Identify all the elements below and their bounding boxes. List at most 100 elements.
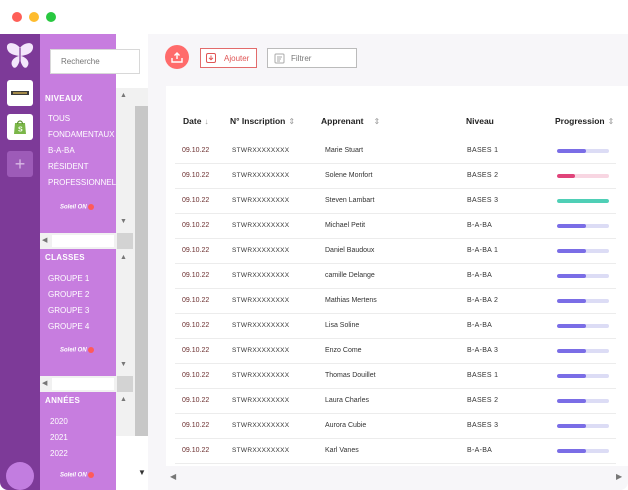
scroll-left-arrow-icon[interactable]: ◀ bbox=[42, 236, 47, 244]
cell-date: 09.10.22 bbox=[182, 322, 210, 329]
scroll-up-arrow-icon[interactable]: ▲ bbox=[120, 92, 127, 99]
cell-niveau: B-A-BA bbox=[467, 272, 493, 279]
cell-niveau: BASES 1 bbox=[467, 147, 499, 154]
table-row[interactable]: 09.10.22 STWRXXXXXXXX Daniel Baudoux B-A-BA… bbox=[175, 239, 616, 264]
cell-date: 09.10.22 bbox=[182, 347, 210, 354]
app-tile-shop[interactable]: S bbox=[7, 114, 33, 140]
filter-item-groupe-2[interactable]: GROUPE 2 bbox=[48, 290, 89, 299]
import-button[interactable] bbox=[165, 45, 189, 69]
sort-down-arrow-icon[interactable]: ↓ bbox=[204, 117, 208, 126]
column-header-label: Progression bbox=[555, 116, 605, 126]
add-app-button[interactable]: + bbox=[7, 151, 33, 177]
filter-item-baba[interactable]: B-A-BA bbox=[48, 146, 75, 155]
horizontal-scroll-thumb[interactable] bbox=[52, 235, 114, 247]
column-header-inscription[interactable]: N° Inscription ⇕ bbox=[230, 116, 295, 126]
filter-item-2022[interactable]: 2022 bbox=[50, 449, 68, 458]
cell-date: 09.10.22 bbox=[182, 372, 210, 379]
table-row[interactable]: 09.10.22 STWRXXXXXXXX camille Delange B-A-B… bbox=[175, 264, 616, 289]
filter-item-fondamentaux[interactable]: FONDAMENTAUX bbox=[48, 130, 115, 139]
filter-item-tous[interactable]: TOUS bbox=[48, 114, 70, 123]
cell-date: 09.10.22 bbox=[182, 447, 210, 454]
column-header-progression[interactable]: Progression ⇕ bbox=[555, 116, 614, 126]
column-header-label: Niveau bbox=[466, 116, 494, 126]
cell-apprenant: Lisa Soline bbox=[325, 322, 360, 329]
table-row[interactable]: 09.10.22 STWRXXXXXXXX Karl Vanes B-A-BA bbox=[175, 439, 616, 464]
scroll-up-arrow-icon[interactable]: ▲ bbox=[120, 396, 127, 403]
table-row[interactable]: 09.10.22 STWRXXXXXXXX Enzo Come B-A-BA 3 bbox=[175, 339, 616, 364]
svg-text:S: S bbox=[18, 127, 23, 134]
cell-niveau: B-A-BA 1 bbox=[467, 247, 499, 254]
horizontal-scroll-thumb[interactable] bbox=[52, 378, 114, 390]
table-row[interactable]: 09.10.22 STWRXXXXXXXX Marie Stuart BASES 1 bbox=[175, 139, 616, 164]
filter-item-groupe-4[interactable]: GROUPE 4 bbox=[48, 322, 89, 331]
sort-icon[interactable]: ⇕ bbox=[608, 117, 615, 126]
maximize-window-button[interactable] bbox=[46, 12, 56, 22]
column-header-label: N° Inscription bbox=[230, 116, 286, 126]
sort-icon[interactable]: ⇕ bbox=[374, 117, 381, 126]
filter-item-2020[interactable]: 2020 bbox=[50, 417, 68, 426]
column-header-apprenant[interactable]: Apprenant ⇕ bbox=[321, 116, 380, 126]
progress-bar bbox=[557, 449, 609, 453]
sort-icon[interactable]: ⇕ bbox=[288, 117, 295, 126]
cell-date: 09.10.22 bbox=[182, 272, 210, 279]
app-rail: S + bbox=[0, 34, 40, 490]
table-row[interactable]: 09.10.22 STWRXXXXXXXX Lisa Soline B-A-BA bbox=[175, 314, 616, 339]
column-header-date[interactable]: Date ↓ bbox=[183, 116, 208, 126]
cell-date: 09.10.22 bbox=[182, 247, 210, 254]
filter-item-professionnel[interactable]: PROFESSIONNEL bbox=[48, 178, 116, 187]
filter-input[interactable]: Filtrer bbox=[267, 48, 357, 68]
cell-inscription: STWRXXXXXXXX bbox=[232, 222, 290, 229]
scroll-left-arrow-icon[interactable]: ◀ bbox=[42, 379, 47, 387]
progress-bar bbox=[557, 249, 609, 253]
table-row[interactable]: 09.10.22 STWRXXXXXXXX Thomas Douillet BASES… bbox=[175, 364, 616, 389]
progress-bar bbox=[557, 324, 609, 328]
table-row[interactable]: 09.10.22 STWRXXXXXXXX Michael Petit B-A-BA bbox=[175, 214, 616, 239]
brand-sun-icon bbox=[87, 204, 94, 210]
filter-item-groupe-3[interactable]: GROUPE 3 bbox=[48, 306, 89, 315]
cell-inscription: STWRXXXXXXXX bbox=[232, 372, 290, 379]
table-row[interactable]: 09.10.22 STWRXXXXXXXX Steven Lambart BASES … bbox=[175, 189, 616, 214]
brand-sun-icon bbox=[87, 472, 94, 478]
minimize-window-button[interactable] bbox=[29, 12, 39, 22]
scroll-up-arrow-icon[interactable]: ▲ bbox=[120, 254, 127, 261]
table-row[interactable]: 09.10.22 STWRXXXXXXXX Solene Monfort BASES … bbox=[175, 164, 616, 189]
cell-niveau: B-A-BA bbox=[467, 447, 493, 454]
cell-niveau: B-A-BA 3 bbox=[467, 347, 499, 354]
cell-date: 09.10.22 bbox=[182, 397, 210, 404]
scroll-right-arrow-icon[interactable]: ▶ bbox=[616, 472, 622, 481]
table-row[interactable]: 09.10.22 STWRXXXXXXXX Aurora Cubie BASES 3 bbox=[175, 414, 616, 439]
column-header-label: Date bbox=[183, 116, 202, 126]
butterfly-logo-icon[interactable] bbox=[4, 42, 36, 70]
progress-bar bbox=[557, 174, 609, 178]
avatar[interactable] bbox=[6, 462, 34, 490]
table-row[interactable]: 09.10.22 STWRXXXXXXXX Mathias Mertens B-A-B… bbox=[175, 289, 616, 314]
cell-date: 09.10.22 bbox=[182, 222, 210, 229]
cell-niveau: B-A-BA 2 bbox=[467, 297, 499, 304]
table-row[interactable]: 09.10.22 STWRXXXXXXXX Laura Charles BASES 2 bbox=[175, 389, 616, 414]
cell-niveau: BASES 3 bbox=[467, 197, 499, 204]
close-window-button[interactable] bbox=[12, 12, 22, 22]
cell-apprenant: Marie Stuart bbox=[325, 147, 364, 154]
progress-bar bbox=[557, 374, 609, 378]
cell-niveau: BASES 1 bbox=[467, 372, 499, 379]
cell-date: 09.10.22 bbox=[182, 297, 210, 304]
filter-item-groupe-1[interactable]: GROUPE 1 bbox=[48, 274, 89, 283]
brand-logo: Soleil ON bbox=[60, 472, 94, 479]
filter-item-2021[interactable]: 2021 bbox=[50, 433, 68, 442]
shopping-bag-icon: S bbox=[14, 120, 26, 134]
progress-bar bbox=[557, 199, 609, 203]
scroll-down-arrow-icon[interactable]: ▼ bbox=[120, 361, 127, 368]
filter-item-resident[interactable]: RÉSIDENT bbox=[48, 162, 88, 171]
app-tile-1[interactable] bbox=[7, 80, 33, 106]
progress-fill bbox=[557, 249, 586, 253]
scroll-down-arrow-icon[interactable]: ▼ bbox=[138, 468, 146, 477]
scroll-left-arrow-icon[interactable]: ◀ bbox=[170, 472, 176, 481]
cell-inscription: STWRXXXXXXXX bbox=[232, 197, 290, 204]
scroll-down-arrow-icon[interactable]: ▼ bbox=[120, 218, 127, 225]
column-header-niveau[interactable]: Niveau bbox=[466, 116, 494, 126]
cell-inscription: STWRXXXXXXXX bbox=[232, 147, 290, 154]
panel-scroll-thumb[interactable] bbox=[135, 106, 148, 436]
search-input[interactable] bbox=[50, 49, 140, 74]
table-horizontal-scrollbar[interactable]: ◀ ▶ bbox=[166, 466, 628, 490]
add-button[interactable]: Ajouter bbox=[200, 48, 257, 68]
